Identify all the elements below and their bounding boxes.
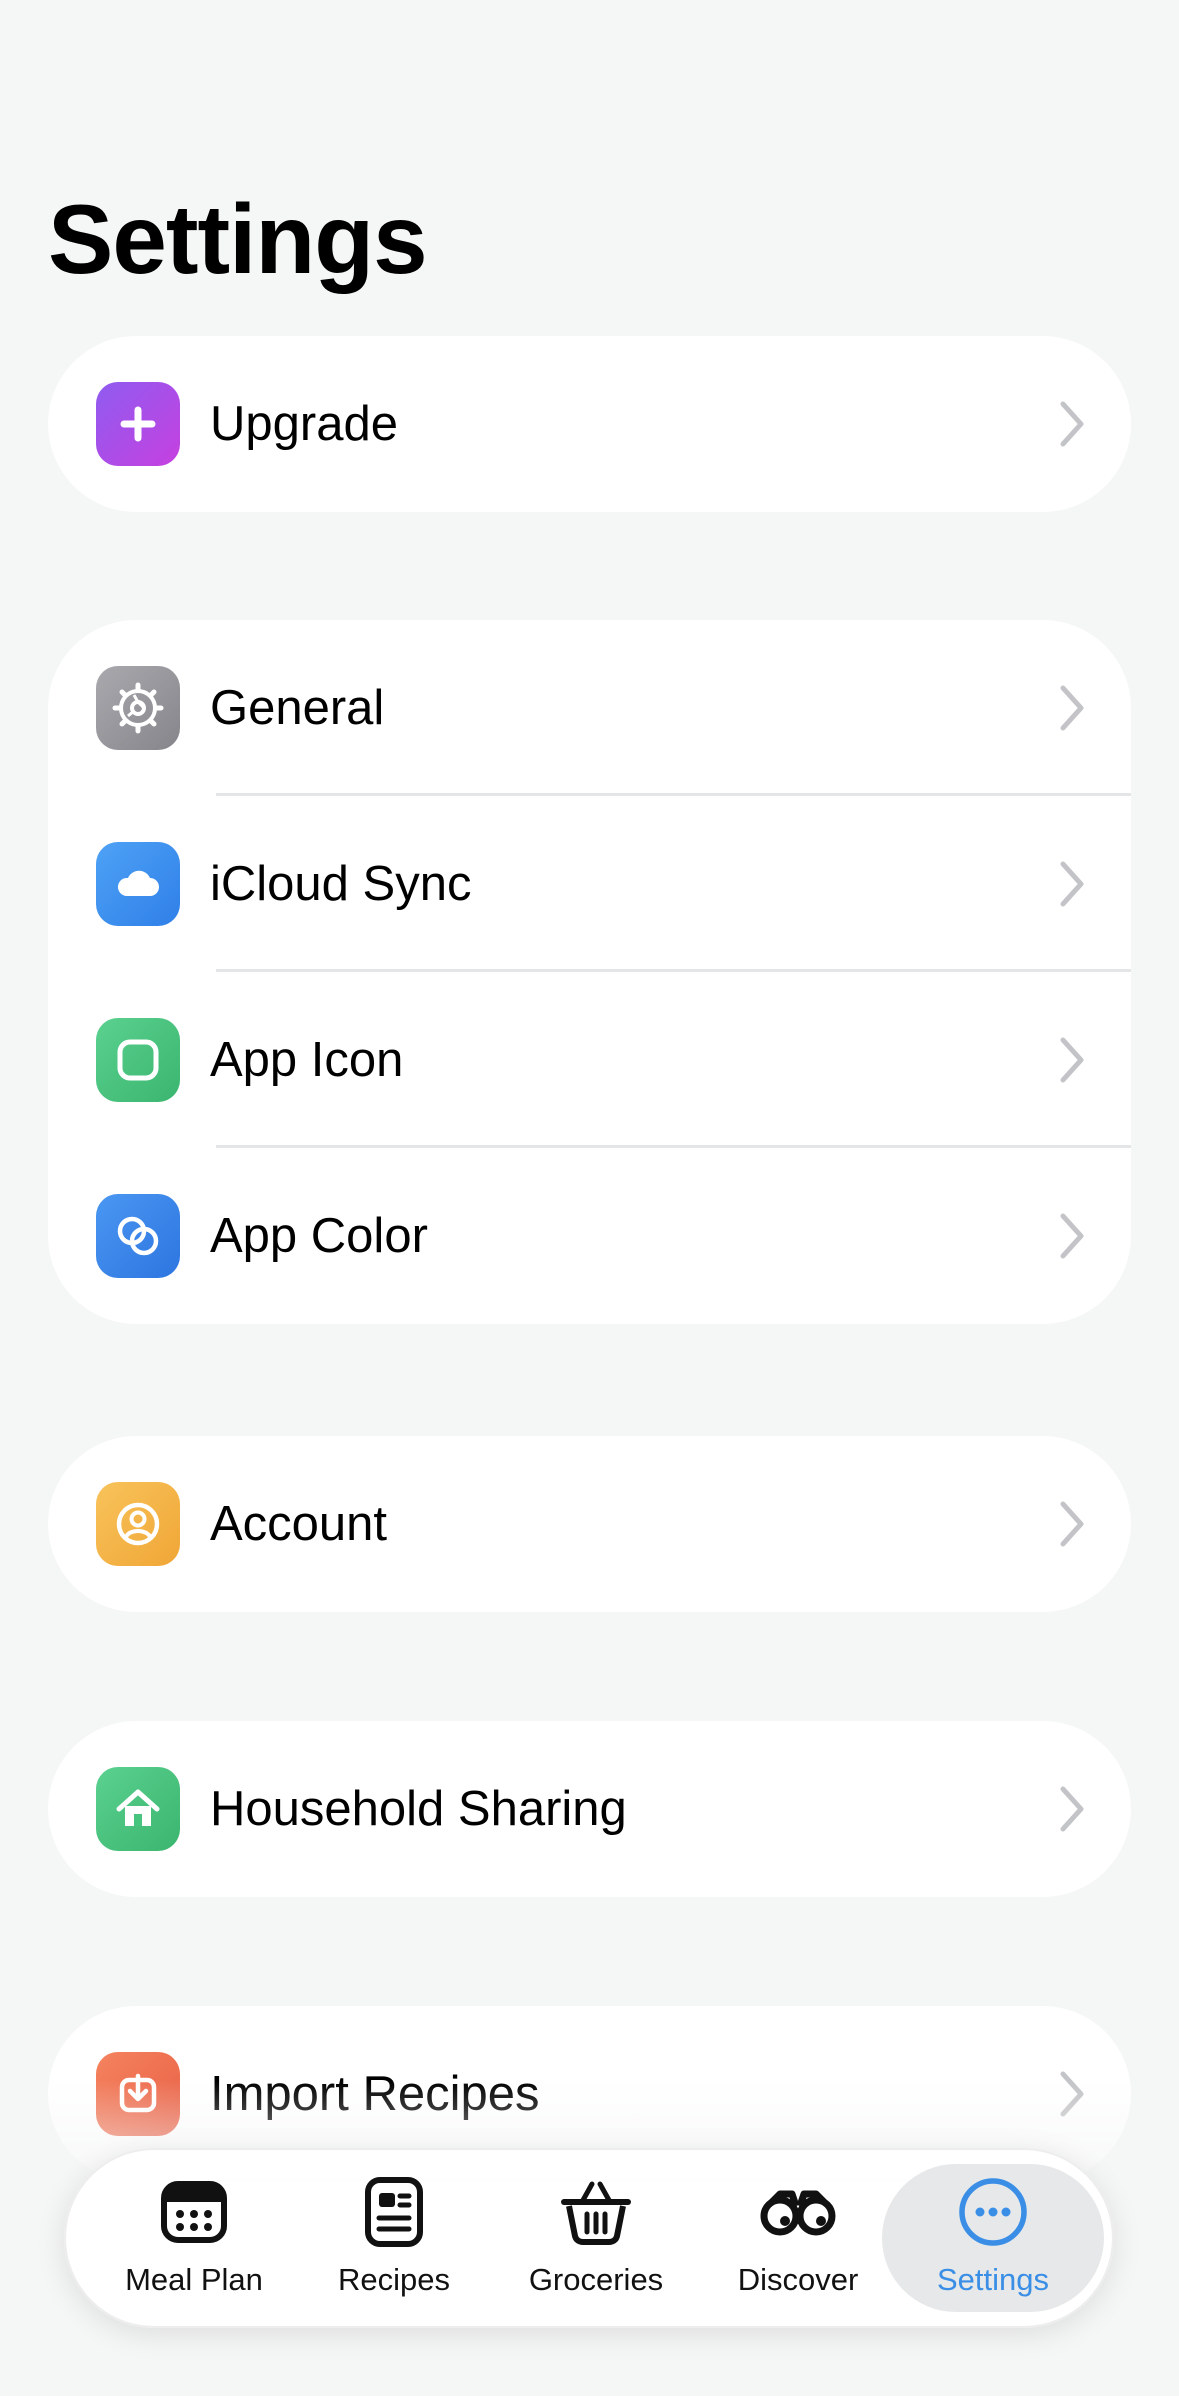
chevron-right-icon bbox=[1060, 685, 1084, 731]
tab-settings[interactable]: Settings bbox=[882, 2164, 1104, 2312]
chevron-right-icon bbox=[1060, 1213, 1084, 1259]
settings-group-account: Account bbox=[48, 1436, 1131, 1612]
tab-groceries[interactable]: Groceries bbox=[496, 2164, 696, 2312]
tab-label: Settings bbox=[936, 2262, 1049, 2297]
settings-row-label: Upgrade bbox=[210, 397, 398, 451]
settings-row-app-color[interactable]: App Color bbox=[48, 1148, 1131, 1324]
settings-row-account[interactable]: Account bbox=[48, 1436, 1131, 1612]
page-title: Settings bbox=[48, 184, 428, 294]
gear-icon bbox=[96, 666, 180, 750]
tab-bar: Meal Plan Recipes Groceries Discover Set… bbox=[64, 2148, 1114, 2328]
settings-row-label: Account bbox=[210, 1497, 388, 1551]
house-icon bbox=[96, 1767, 180, 1851]
chevron-right-icon bbox=[1060, 401, 1084, 447]
chevron-right-icon bbox=[1060, 1786, 1084, 1832]
settings-row-upgrade[interactable]: Upgrade bbox=[48, 336, 1131, 512]
settings-row-label: App Icon bbox=[210, 1033, 404, 1087]
settings-group-household: Household Sharing bbox=[48, 1721, 1131, 1897]
chevron-right-icon bbox=[1060, 1501, 1084, 1547]
settings-row-household-sharing[interactable]: Household Sharing bbox=[48, 1721, 1131, 1897]
settings-row-label: Household Sharing bbox=[210, 1782, 627, 1836]
plus-icon bbox=[96, 382, 180, 466]
settings-row-app-icon[interactable]: App Icon bbox=[48, 972, 1131, 1148]
tab-label: Meal Plan bbox=[125, 2262, 263, 2297]
more-circle-icon bbox=[959, 2178, 1027, 2246]
settings-group-app: General iCloud Sync App Icon App Color bbox=[48, 620, 1131, 1324]
chevron-right-icon bbox=[1060, 1037, 1084, 1083]
tab-label: Recipes bbox=[338, 2262, 450, 2297]
recipe-card-icon bbox=[365, 2177, 423, 2247]
cloud-icon bbox=[96, 842, 180, 926]
basket-icon bbox=[561, 2181, 631, 2245]
tab-recipes[interactable]: Recipes bbox=[294, 2164, 494, 2312]
calendar-icon bbox=[161, 2181, 227, 2243]
app-square-icon bbox=[96, 1018, 180, 1102]
color-rings-icon bbox=[96, 1194, 180, 1278]
settings-row-label: General bbox=[210, 681, 385, 735]
tab-label: Discover bbox=[737, 2262, 859, 2297]
tab-meal-plan[interactable]: Meal Plan bbox=[94, 2164, 294, 2312]
settings-row-general[interactable]: General bbox=[48, 620, 1131, 796]
settings-row-icloud-sync[interactable]: iCloud Sync bbox=[48, 796, 1131, 972]
chevron-right-icon bbox=[1060, 861, 1084, 907]
settings-group-upgrade: Upgrade bbox=[48, 336, 1131, 512]
tab-discover[interactable]: Discover bbox=[698, 2164, 898, 2312]
settings-row-label: iCloud Sync bbox=[210, 857, 472, 911]
binoculars-icon bbox=[760, 2190, 836, 2236]
person-circle-icon bbox=[96, 1482, 180, 1566]
settings-row-label: App Color bbox=[210, 1209, 428, 1263]
tab-label: Groceries bbox=[528, 2262, 664, 2297]
